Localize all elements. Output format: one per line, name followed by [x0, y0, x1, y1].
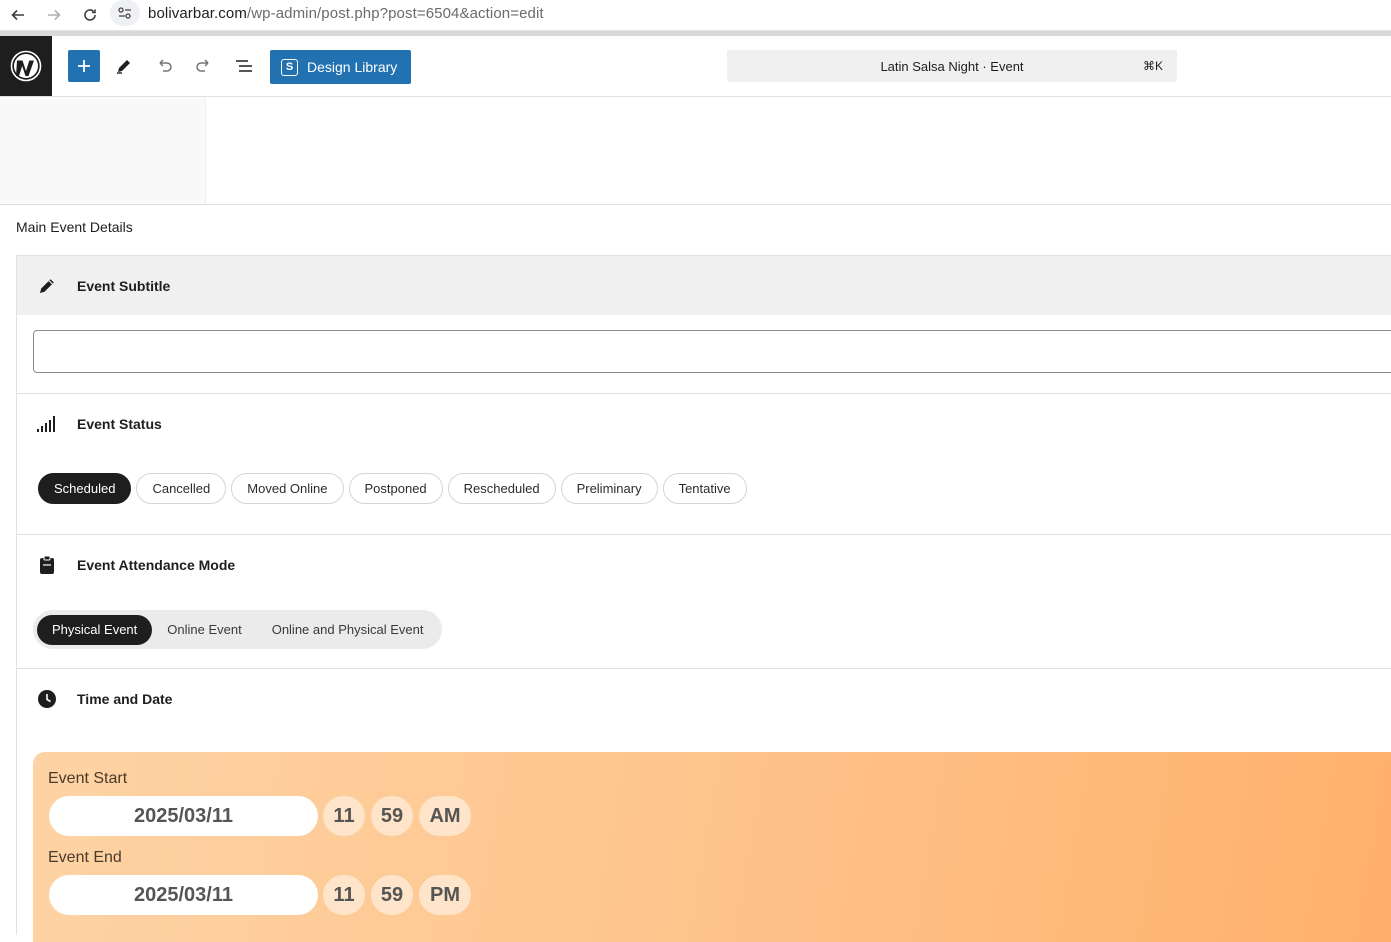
time-section-header: Time and Date [17, 679, 1391, 719]
status-cancelled[interactable]: Cancelled [136, 473, 227, 504]
event-start-minute[interactable]: 59 [371, 796, 413, 836]
url-host: bolivarbar.com [148, 4, 247, 22]
status-postponed[interactable]: Postponed [348, 473, 443, 504]
redo-icon[interactable] [188, 50, 220, 82]
command-palette-button[interactable]: Latin Salsa Night · Event ⌘K [727, 50, 1177, 82]
time-label: Time and Date [77, 691, 173, 707]
status-rescheduled[interactable]: Rescheduled [447, 473, 556, 504]
edit-tools-icon[interactable] [108, 50, 140, 82]
signal-bars-icon [17, 415, 77, 433]
event-details-panel: Event Subtitle Event Status Scheduled Ca… [16, 255, 1391, 942]
wordpress-logo-icon[interactable] [0, 36, 52, 96]
editor-toolbar: S Design Library Latin Salsa Night · Eve… [0, 36, 1391, 97]
site-settings-icon[interactable] [110, 0, 140, 26]
event-start-hour[interactable]: 11 [323, 796, 365, 836]
event-end-date-input[interactable]: 2025/03/11 [49, 875, 318, 915]
design-library-label: Design Library [307, 59, 398, 75]
attendance-online[interactable]: Online Event [152, 615, 256, 645]
event-end-minute[interactable]: 59 [371, 875, 413, 915]
status-scheduled[interactable]: Scheduled [38, 473, 132, 504]
event-end-ampm[interactable]: PM [419, 875, 471, 915]
reload-icon[interactable] [72, 0, 108, 31]
subtitle-section-header: Event Subtitle [17, 256, 1391, 315]
editor-canvas-margin [0, 97, 206, 204]
attendance-label: Event Attendance Mode [77, 557, 236, 573]
clock-icon [17, 689, 77, 709]
time-date-box: Event Start 2025/03/11 11 59 AM Event En… [33, 752, 1391, 942]
pencil-icon [17, 276, 77, 296]
undo-icon[interactable] [148, 50, 180, 82]
design-library-icon: S [281, 58, 298, 76]
event-start-ampm[interactable]: AM [419, 796, 471, 836]
url-text: bolivarbar.com/wp-admin/post.php?post=65… [148, 5, 544, 22]
design-library-button[interactable]: S Design Library [270, 50, 411, 84]
event-subtitle-input[interactable] [33, 330, 1391, 373]
document-title: Latin Salsa Night · Event [880, 58, 1024, 74]
attendance-physical[interactable]: Physical Event [37, 614, 153, 645]
section-divider [17, 668, 1391, 669]
section-divider [17, 534, 1391, 535]
status-tentative[interactable]: Tentative [662, 473, 747, 504]
status-moved-online[interactable]: Moved Online [231, 473, 344, 504]
address-bar[interactable]: bolivarbar.com/wp-admin/post.php?post=65… [110, 0, 544, 26]
event-start-date-input[interactable]: 2025/03/11 [49, 796, 318, 836]
status-preliminary[interactable]: Preliminary [560, 473, 658, 504]
document-overview-icon[interactable] [228, 50, 260, 82]
event-end-hour[interactable]: 11 [323, 875, 365, 915]
event-start-label: Event Start [48, 770, 128, 787]
clipboard-icon [17, 555, 77, 575]
event-end-label: Event End [48, 849, 122, 866]
url-path: /wp-admin/post.php?post=6504&action=edit [246, 4, 544, 22]
attendance-mixed[interactable]: Online and Physical Event [257, 615, 439, 645]
metabox-title[interactable]: Main Event Details [16, 219, 133, 235]
metabox-divider [0, 204, 1391, 205]
status-section-header: Event Status [17, 404, 1391, 444]
back-arrow-icon[interactable] [0, 0, 36, 31]
command-shortcut: ⌘K [1142, 59, 1163, 73]
subtitle-label: Event Subtitle [77, 277, 171, 294]
section-divider [17, 393, 1391, 394]
attendance-section-header: Event Attendance Mode [17, 545, 1391, 585]
status-label: Event Status [77, 416, 162, 432]
forward-arrow-icon[interactable] [36, 0, 72, 31]
attendance-mode-toggle: Physical Event Online Event Online and P… [33, 610, 443, 649]
add-block-button[interactable] [68, 50, 100, 82]
status-options: Scheduled Cancelled Moved Online Postpon… [38, 473, 747, 504]
